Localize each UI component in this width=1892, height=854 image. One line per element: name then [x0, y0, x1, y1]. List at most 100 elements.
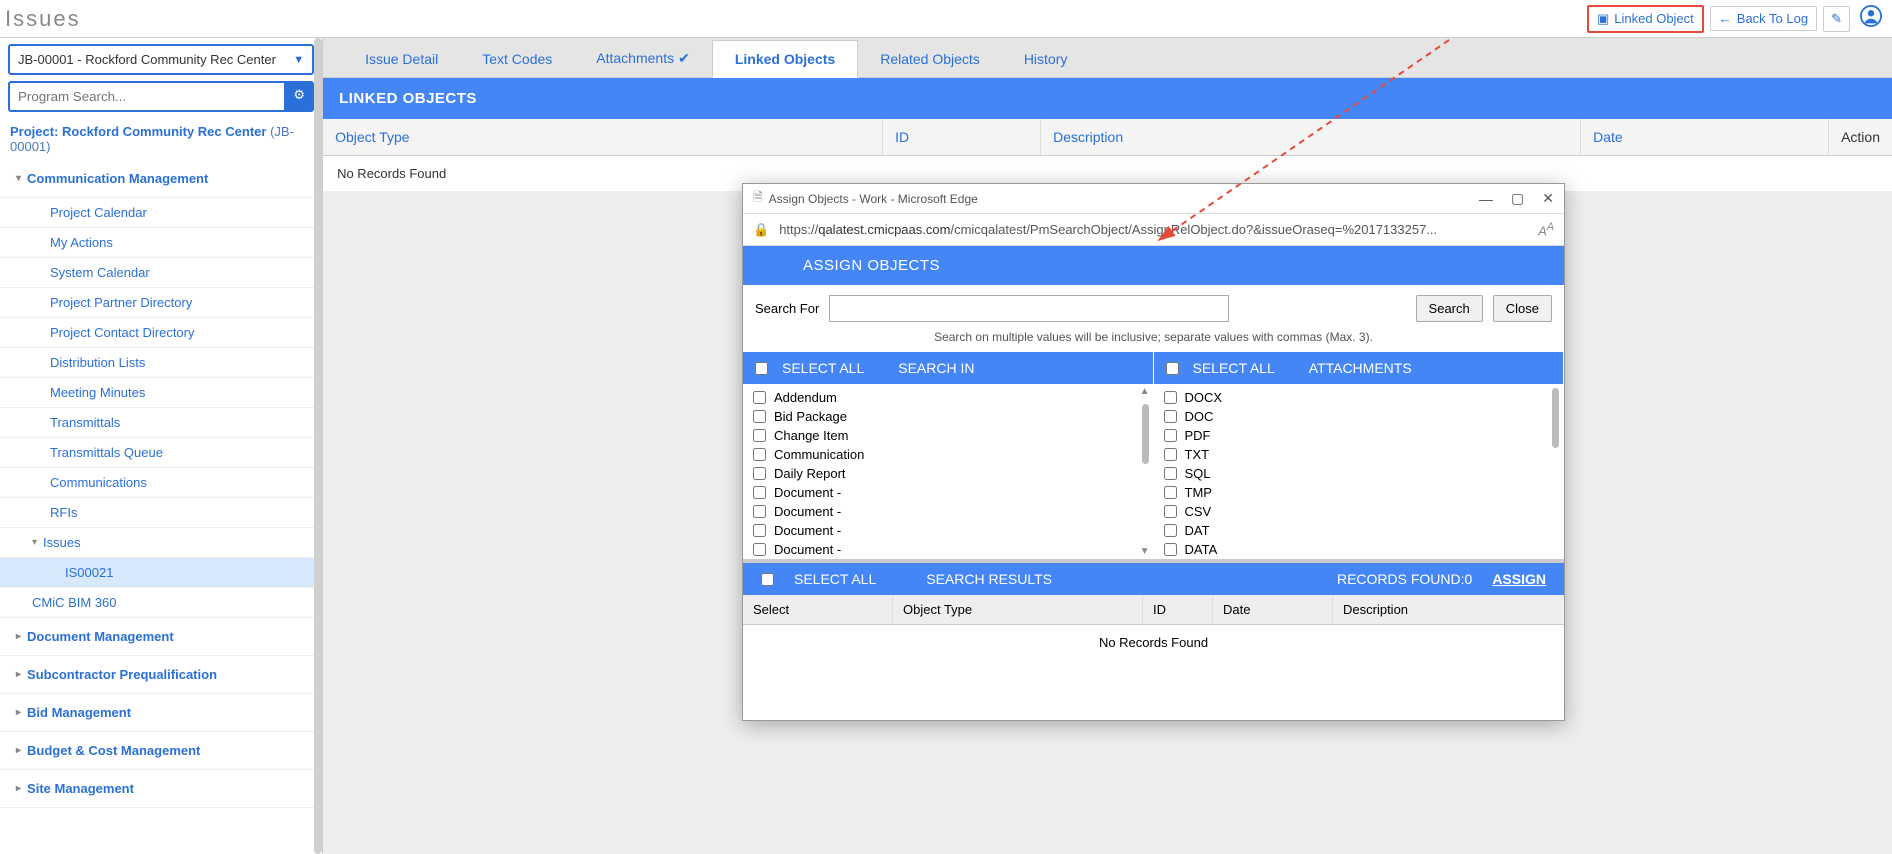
caret-right-icon: ▸: [16, 631, 21, 642]
attachment-checkbox[interactable]: [1164, 543, 1177, 556]
select-all-attachments-checkbox[interactable]: [1166, 362, 1179, 375]
edit-button[interactable]: ✎: [1823, 6, 1850, 32]
search-in-scrollbar[interactable]: [1142, 404, 1149, 464]
tab-text-codes[interactable]: Text Codes: [460, 41, 574, 77]
url-prefix: https://: [779, 222, 818, 237]
attachment-checkbox[interactable]: [1164, 448, 1177, 461]
sidebar-item-distribution-lists[interactable]: Distribution Lists: [0, 348, 322, 378]
sidebar-item-contact-directory[interactable]: Project Contact Directory: [0, 318, 322, 348]
res-col-select: Select: [743, 595, 893, 624]
gear-icon: ⚙: [293, 87, 305, 102]
sidebar-item-transmittals-queue[interactable]: Transmittals Queue: [0, 438, 322, 468]
job-select[interactable]: JB-00001 - Rockford Community Rec Center…: [8, 44, 314, 75]
col-object-type[interactable]: Object Type: [323, 119, 883, 155]
search-in-checkbox[interactable]: [753, 486, 766, 499]
search-in-checkbox[interactable]: [753, 429, 766, 442]
caret-right-icon: ▸: [16, 745, 21, 756]
caret-right-icon: ▸: [16, 783, 21, 794]
col-description[interactable]: Description: [1041, 119, 1581, 155]
search-in-item: Document -: [774, 523, 841, 538]
sidebar-item-communications[interactable]: Communications: [0, 468, 322, 498]
tab-attachments-label: Attachments: [596, 50, 674, 66]
sidebar-item-system-calendar[interactable]: System Calendar: [0, 258, 322, 288]
link-icon: ▣: [1597, 11, 1609, 27]
attachment-item: PDF: [1185, 428, 1211, 443]
tab-related-objects[interactable]: Related Objects: [858, 41, 1002, 77]
tab-linked-objects[interactable]: Linked Objects: [712, 40, 858, 78]
search-in-checkbox[interactable]: [753, 467, 766, 480]
attachment-checkbox[interactable]: [1164, 486, 1177, 499]
select-all-label: SELECT ALL: [782, 360, 864, 376]
tab-history[interactable]: History: [1002, 41, 1090, 77]
sidebar-scrollbar[interactable]: [314, 38, 322, 854]
records-found-label: RECORDS FOUND:0: [1337, 571, 1472, 587]
res-col-id: ID: [1143, 595, 1213, 624]
back-to-log-button[interactable]: ← Back To Log: [1710, 6, 1817, 31]
project-label: Project: Rockford Community Rec Center: [10, 124, 266, 139]
sidebar-item-partner-directory[interactable]: Project Partner Directory: [0, 288, 322, 318]
text-size-icon[interactable]: AA: [1538, 221, 1554, 238]
page-title: Issues: [5, 6, 81, 32]
search-button[interactable]: Search: [1416, 295, 1483, 322]
col-date[interactable]: Date: [1581, 119, 1829, 155]
attachment-checkbox[interactable]: [1164, 467, 1177, 480]
dialog-close-button[interactable]: Close: [1493, 295, 1552, 322]
back-to-log-label: Back To Log: [1737, 11, 1808, 26]
sidebar-item-rfis[interactable]: RFIs: [0, 498, 322, 528]
attachment-checkbox[interactable]: [1164, 391, 1177, 404]
tree-group-subcontractor[interactable]: ▸ Subcontractor Prequalification: [0, 656, 322, 694]
edit-icon: ✎: [1831, 11, 1842, 26]
program-search-input[interactable]: [8, 81, 284, 112]
caret-right-icon: ▸: [16, 669, 21, 680]
select-all-search-in-checkbox[interactable]: [755, 362, 768, 375]
dialog-title: ASSIGN OBJECTS: [743, 246, 1564, 285]
attachment-checkbox[interactable]: [1164, 505, 1177, 518]
scroll-up-icon[interactable]: ▲: [1140, 386, 1150, 397]
maximize-button[interactable]: ▢: [1511, 190, 1524, 207]
select-all-results-checkbox[interactable]: [761, 573, 774, 586]
col-id[interactable]: ID: [883, 119, 1041, 155]
attachment-checkbox[interactable]: [1164, 524, 1177, 537]
sidebar-item-project-calendar[interactable]: Project Calendar: [0, 198, 322, 228]
search-in-checkbox[interactable]: [753, 410, 766, 423]
search-for-input[interactable]: [829, 295, 1229, 322]
sidebar-item-issues[interactable]: ▾ Issues: [0, 528, 322, 558]
linked-object-button[interactable]: ▣ Linked Object: [1587, 5, 1704, 33]
sidebar-item-my-actions[interactable]: My Actions: [0, 228, 322, 258]
search-in-checkbox[interactable]: [753, 505, 766, 518]
group-label: Subcontractor Prequalification: [27, 667, 217, 682]
sidebar-item-cmic-bim[interactable]: CMiC BIM 360: [0, 588, 322, 618]
search-in-checkbox[interactable]: [753, 391, 766, 404]
tree-group-budget[interactable]: ▸Budget & Cost Management: [0, 732, 322, 770]
attachments-scrollbar[interactable]: [1552, 388, 1559, 448]
tree-group-site[interactable]: ▸Site Management: [0, 770, 322, 808]
search-in-checkbox[interactable]: [753, 448, 766, 461]
user-icon[interactable]: [1860, 5, 1882, 32]
search-in-label: SEARCH IN: [898, 360, 974, 376]
tab-issue-detail[interactable]: Issue Detail: [343, 41, 460, 77]
res-col-date: Date: [1213, 595, 1333, 624]
search-in-checkbox[interactable]: [753, 524, 766, 537]
group-label: Communication Management: [27, 171, 208, 186]
sidebar-item-issue-selected[interactable]: IS00021: [0, 558, 322, 588]
tree-group-bid[interactable]: ▸Bid Management: [0, 694, 322, 732]
tab-attachments[interactable]: Attachments✔: [574, 40, 712, 77]
chevron-down-icon: ▼: [293, 54, 304, 66]
attachment-item: TMP: [1185, 485, 1212, 500]
tree-group-document[interactable]: ▸Document Management: [0, 618, 322, 656]
caret-down-icon: ▾: [32, 537, 37, 548]
search-settings-button[interactable]: ⚙: [284, 81, 314, 112]
scroll-down-icon[interactable]: ▼: [1140, 546, 1150, 557]
sidebar-item-meeting-minutes[interactable]: Meeting Minutes: [0, 378, 322, 408]
attachment-checkbox[interactable]: [1164, 410, 1177, 423]
caret-down-icon: ▾: [16, 173, 21, 184]
tree-group-communication[interactable]: ▾ Communication Management: [0, 160, 322, 198]
assign-button[interactable]: ASSIGN: [1492, 571, 1546, 587]
search-in-checkbox[interactable]: [753, 543, 766, 556]
minimize-button[interactable]: —: [1479, 191, 1493, 207]
close-window-button[interactable]: ✕: [1542, 190, 1554, 207]
search-hint: Search on multiple values will be inclus…: [743, 326, 1564, 352]
sidebar-item-transmittals[interactable]: Transmittals: [0, 408, 322, 438]
attachment-checkbox[interactable]: [1164, 429, 1177, 442]
search-in-item: Addendum: [774, 390, 837, 405]
